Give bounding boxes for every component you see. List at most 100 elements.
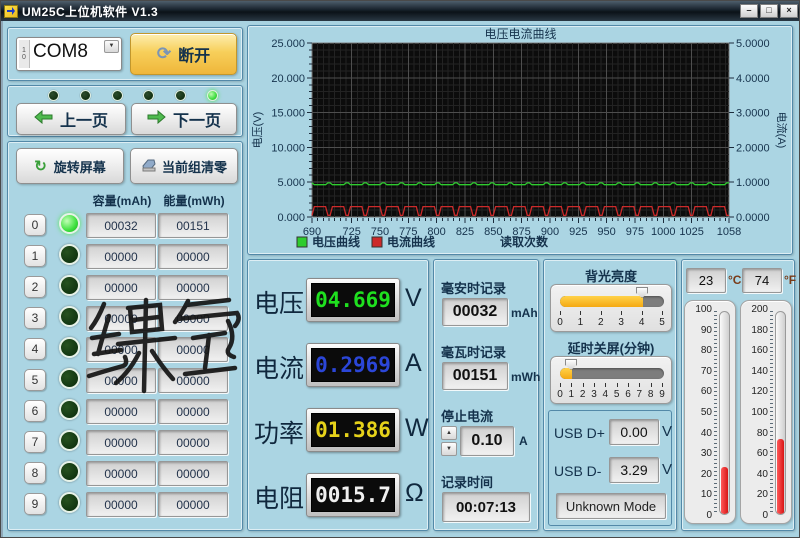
usb-dplus-display: 0.00 <box>609 419 659 445</box>
slider-tick <box>617 383 618 387</box>
spin-down-icon[interactable]: ▼ <box>441 442 457 456</box>
io-icon: 10 <box>19 40 30 68</box>
clear-group-label: 当前组清零 <box>162 157 227 176</box>
current-legend-swatch <box>372 237 382 247</box>
rotate-icon: ↻ <box>34 157 47 175</box>
slider-tick <box>651 383 652 387</box>
disconnect-label: 断开 <box>178 42 210 66</box>
screen-timeout-slider-track[interactable] <box>560 368 664 379</box>
refresh-icon: ⟳ <box>157 44 171 64</box>
status-led-4 <box>175 90 186 101</box>
status-leds <box>48 90 218 101</box>
next-page-button[interactable]: 下一页 <box>131 103 237 135</box>
group-row: 7 00000 00000 <box>8 429 244 455</box>
close-icon[interactable]: × <box>780 4 798 18</box>
minimize-icon[interactable]: – <box>740 4 758 18</box>
usb-dminus-display: 3.29 <box>609 457 659 483</box>
scale-tick-label: 120 <box>751 387 769 397</box>
prev-page-button[interactable]: 上一页 <box>16 103 126 135</box>
slider-tick <box>639 383 640 387</box>
group-number-button[interactable]: 4 <box>24 338 46 360</box>
temp-c-unit: °C <box>728 273 741 287</box>
right-axis-label: 电流(A) <box>775 112 789 149</box>
x-axis-title: 读取次数 <box>500 234 549 249</box>
group-number-button[interactable]: 8 <box>24 462 46 484</box>
slider-tick <box>662 383 663 387</box>
group-row: 6 00000 00000 <box>8 398 244 424</box>
mwh-record-label: 毫瓦时记录 <box>441 342 506 361</box>
group-led-indicator <box>59 275 80 296</box>
group-number-button[interactable]: 2 <box>24 276 46 298</box>
group-number-button[interactable]: 9 <box>24 493 46 515</box>
group-row: 8 00000 00000 <box>8 460 244 486</box>
maximize-icon[interactable]: □ <box>760 4 778 18</box>
temperature-panel: 23 °C 74 °F 1009080706050403020100 20018… <box>681 259 795 531</box>
svg-text:15.000: 15.000 <box>271 108 305 120</box>
scale-tick-label: 10 <box>701 490 713 500</box>
screen-timeout-slider[interactable]: 0123456789 <box>550 356 672 404</box>
slider-tick <box>560 383 561 387</box>
scale-tick-label: 100 <box>751 408 769 418</box>
group-number-button[interactable]: 6 <box>24 400 46 422</box>
scale-tick-label: 200 <box>751 305 769 315</box>
disconnect-button[interactable]: ⟳ 断开 <box>130 33 237 75</box>
resistance-unit: Ω <box>405 479 424 508</box>
scale-tick-label: 0 <box>762 511 769 521</box>
scale-tick-label: 40 <box>701 429 713 439</box>
chart-title: 电压电流曲线 <box>484 27 556 41</box>
svg-text:925: 925 <box>569 226 587 238</box>
group-number-button[interactable]: 7 <box>24 431 46 453</box>
record-time-display: 00:07:13 <box>442 492 530 522</box>
scale-tick-label: 160 <box>751 346 769 356</box>
combo-dropdown-icon[interactable]: ▼ <box>104 40 119 53</box>
scale-tick-label: 60 <box>701 387 713 397</box>
backlight-slider-track[interactable] <box>560 296 664 307</box>
stop-current-unit: A <box>519 434 528 448</box>
thermometer-fahrenheit: 200180160140120100806040200 <box>740 300 792 524</box>
rotate-screen-button[interactable]: ↻ 旋转屏幕 <box>16 148 124 184</box>
svg-text:975: 975 <box>626 226 644 238</box>
power-label: 功率 <box>254 414 304 450</box>
group-led-indicator <box>59 244 80 265</box>
group-capacity-display: 00000 <box>86 430 156 455</box>
voltage-display: 04.669 <box>311 283 395 317</box>
group-led-indicator <box>59 337 80 358</box>
chart-svg: 电压电流曲线25.00020.00015.00010.0005.0000.000… <box>248 26 792 253</box>
fahrenheit-mercury <box>777 439 784 514</box>
group-number-button[interactable]: 0 <box>24 214 46 236</box>
group-capacity-display: 00000 <box>86 275 156 300</box>
group-number-button[interactable]: 1 <box>24 245 46 267</box>
svg-text:3.0000: 3.0000 <box>736 108 770 120</box>
slider-tick-label: 3 <box>591 389 597 400</box>
usb-dplus-label: USB D+ <box>554 425 605 441</box>
group-energy-display: 00000 <box>158 399 228 424</box>
stop-current-value[interactable]: 0.10 <box>460 426 514 456</box>
mwh-unit: mWh <box>511 370 540 384</box>
group-led-indicator <box>59 213 80 234</box>
chart-panel: 电压电流曲线25.00020.00015.00010.0005.0000.000… <box>247 25 793 255</box>
spin-up-icon[interactable]: ▲ <box>441 426 457 440</box>
scale-tick-label: 90 <box>701 326 713 336</box>
backlight-slider-fill <box>560 296 643 307</box>
group-energy-display: 00000 <box>158 430 228 455</box>
group-number-button[interactable]: 3 <box>24 307 46 329</box>
group-row: 3 00000 00000 <box>8 305 244 331</box>
status-led-0 <box>48 90 59 101</box>
group-led-indicator <box>59 430 80 451</box>
com-port-value[interactable]: COM8 <box>33 41 88 63</box>
group-led-indicator <box>59 368 80 389</box>
svg-text:10.000: 10.000 <box>271 142 305 154</box>
svg-text:2.0000: 2.0000 <box>736 142 770 154</box>
com-port-combo[interactable]: 10 COM8 ▼ <box>16 37 122 71</box>
connection-panel: 10 COM8 ▼ ⟳ 断开 <box>7 27 243 81</box>
mah-record-display: 00032 <box>442 298 508 326</box>
status-led-1 <box>80 90 91 101</box>
mah-record-label: 毫安时记录 <box>441 278 506 297</box>
backlight-slider[interactable]: 012345 <box>550 284 672 332</box>
slider-tick-label: 1 <box>578 317 584 328</box>
group-led-indicator <box>59 461 80 482</box>
clear-group-button[interactable]: 当前组清零 <box>130 148 238 184</box>
group-number-button[interactable]: 5 <box>24 369 46 391</box>
status-led-5 <box>207 90 218 101</box>
group-energy-display: 00000 <box>158 492 228 517</box>
